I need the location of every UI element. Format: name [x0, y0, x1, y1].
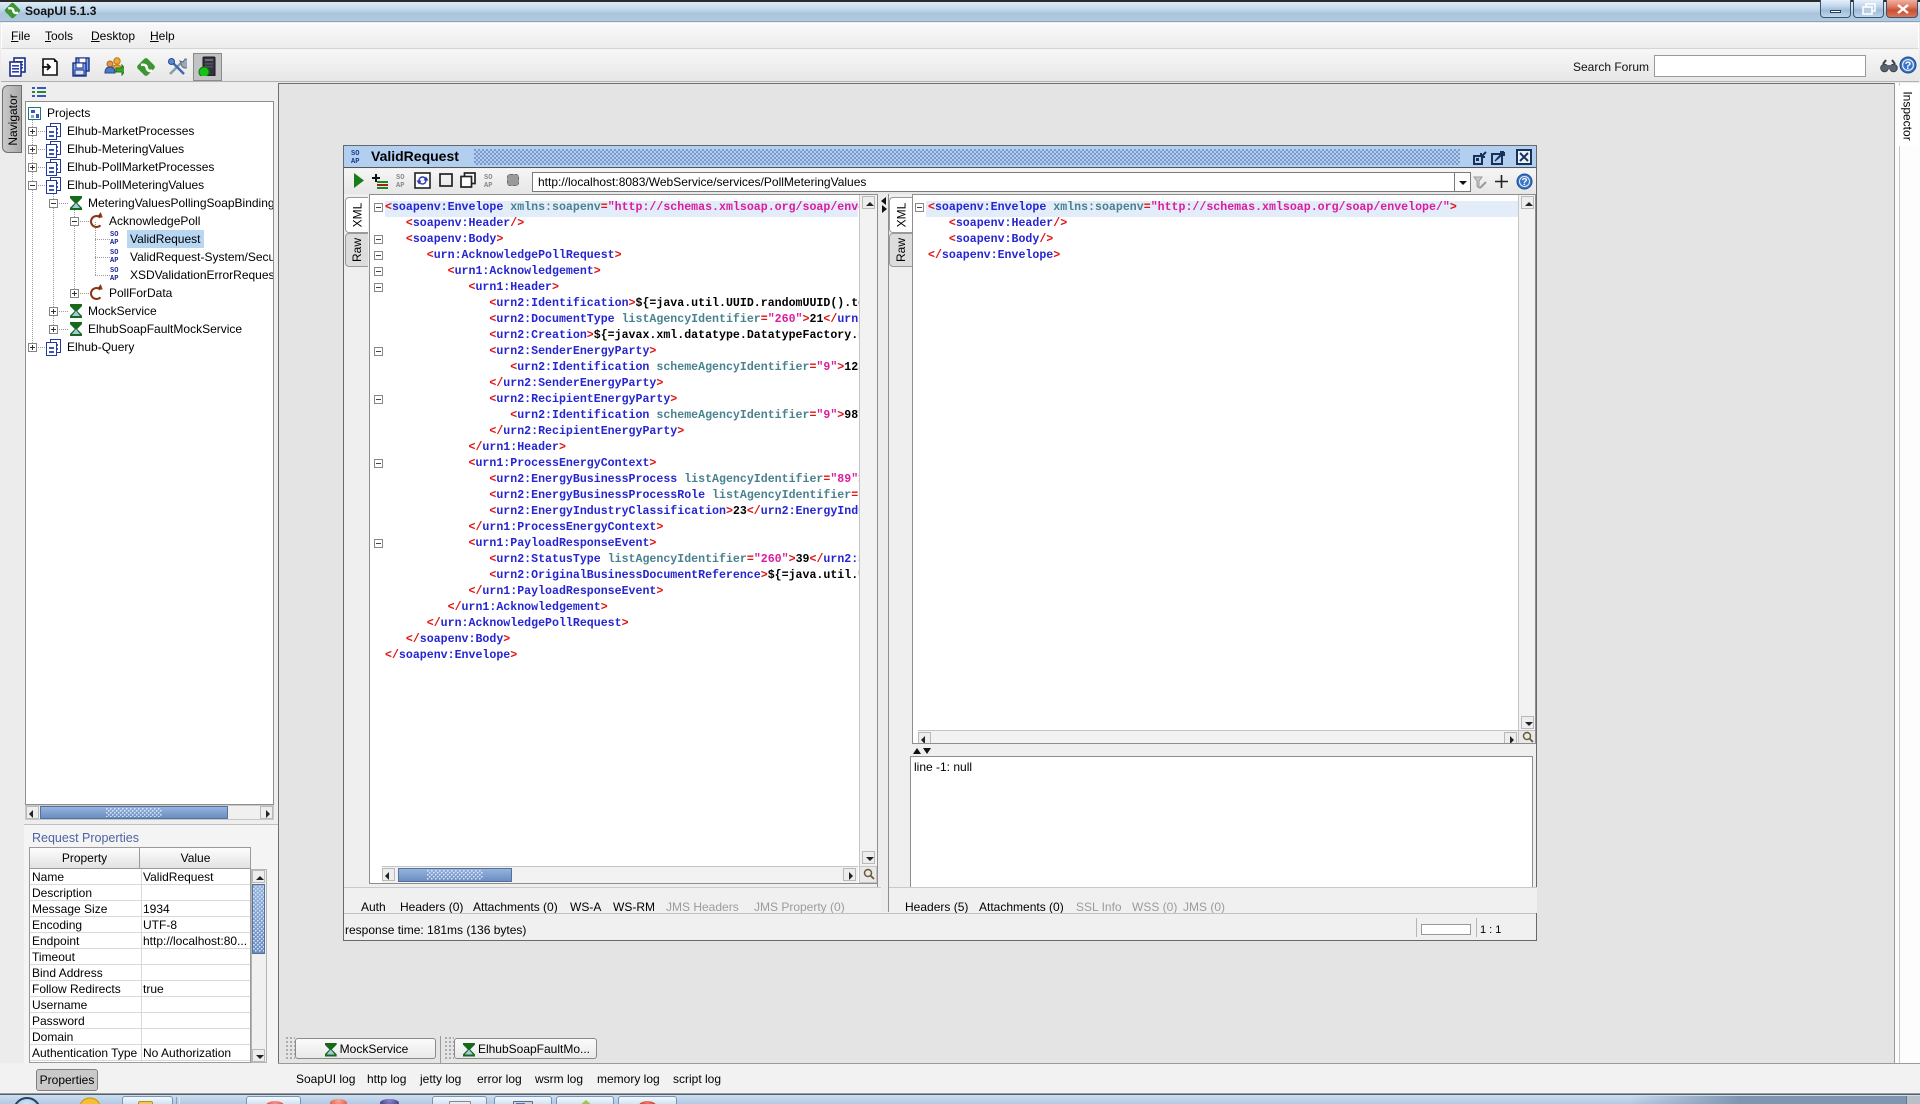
svg-text:?: ?	[1521, 177, 1527, 188]
svg-text:?: ?	[1905, 60, 1912, 72]
